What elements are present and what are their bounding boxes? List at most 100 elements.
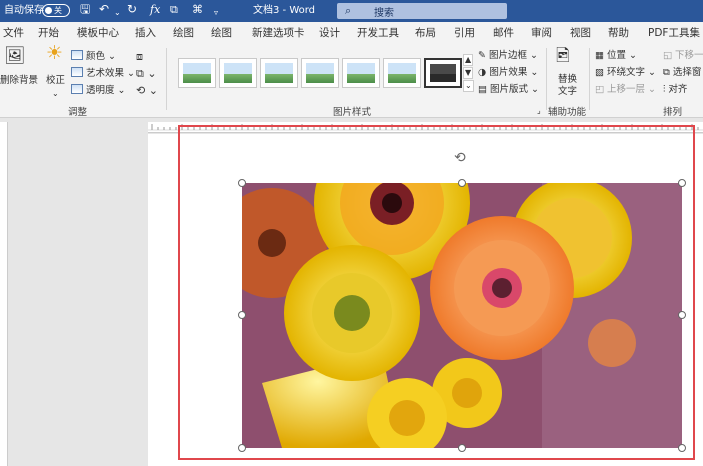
tab-mailings[interactable]: 邮件 [493, 26, 514, 40]
artistic-effects-icon [71, 67, 83, 77]
tab-draw[interactable]: 绘图 [173, 26, 194, 40]
picture-layout-icon: ▤ [478, 84, 490, 95]
tab-references[interactable]: 引用 [454, 26, 475, 40]
tab-developer[interactable]: 开发工具 [357, 26, 399, 40]
selection-highlight-frame [178, 125, 695, 460]
tab-review[interactable]: 审阅 [531, 26, 552, 40]
align-button[interactable]: ⫶ 对齐 [663, 83, 687, 96]
artistic-effects-label: 艺术效果 [86, 68, 125, 79]
picture-style-2[interactable] [219, 58, 257, 88]
style-thumbnail [265, 63, 293, 83]
wrap-text-button[interactable]: ▧ 环绕文字 ⌄ [595, 66, 656, 79]
undo-dropdown-icon[interactable]: ⌄ [114, 6, 121, 20]
undo-icon[interactable]: ↶ [99, 2, 109, 16]
transparency-label: 透明度 [86, 85, 115, 96]
tab-layout[interactable]: 布局 [415, 26, 436, 40]
picture-style-1[interactable] [178, 58, 216, 88]
style-thumbnail [183, 63, 211, 83]
send-backward-button[interactable]: ◱ 下移一 [663, 49, 703, 62]
gallery-more[interactable]: ⌄ [463, 80, 474, 92]
corrections-button[interactable]: 校正 [46, 74, 65, 87]
save-icon[interactable]: 🖫 [80, 2, 90, 16]
tab-new-tab[interactable]: 新建选项卡 [252, 26, 305, 40]
selection-pane-icon: ⧉ [663, 67, 673, 78]
tab-help[interactable]: 帮助 [608, 26, 629, 40]
align-label: 对齐 [668, 84, 688, 95]
toggle-knob [45, 7, 52, 14]
picture-style-7[interactable] [424, 58, 462, 88]
corrections-dropdown-icon[interactable]: ⌄ [52, 87, 59, 100]
change-picture-icon[interactable]: ⧉ ⌄ [136, 67, 157, 80]
doc-title: 文档3 - Word [253, 5, 316, 16]
resize-handle-bottom-left[interactable] [238, 444, 246, 452]
touch-mode-icon[interactable]: ⧉ [170, 3, 178, 17]
picture-style-6[interactable] [383, 58, 421, 88]
tab-insert[interactable]: 插入 [135, 26, 156, 40]
resize-handle-top-left[interactable] [238, 179, 246, 187]
vertical-ruler [0, 122, 8, 466]
tab-draw-2[interactable]: 绘图 [211, 26, 232, 40]
picture-effects-button[interactable]: ◑ 图片效果 ⌄ [478, 66, 538, 79]
color-button[interactable]: 颜色 ⌄ [71, 50, 116, 63]
group-label-accessibility: 辅助功能 [548, 107, 587, 118]
picture-style-3[interactable] [260, 58, 298, 88]
title-bar: 自动保存 关 🖫 ↶ ⌄ ↻ fx ⧉ ⌘ ▿ 文档3 - Word ⌕ 搜索 [0, 0, 703, 22]
rotate-handle-icon[interactable]: ⟲ [454, 150, 466, 166]
picture-border-label: 图片边框 [488, 50, 527, 61]
gallery-scroll-up[interactable]: ▲ [463, 54, 474, 66]
ribbon-tabs: 文件 开始 模板中心 插入 绘图 绘图 新建选项卡 设计 开发工具 布局 引用 … [0, 22, 703, 44]
divider [546, 48, 547, 110]
compress-pictures-icon[interactable]: ⧈ [136, 50, 143, 63]
redo-icon[interactable]: ↻ [127, 2, 137, 16]
resize-handle-top-center[interactable] [458, 179, 466, 187]
tab-pdf-tools[interactable]: PDF工具集 [648, 26, 700, 40]
resize-handle-middle-right[interactable] [678, 311, 686, 319]
ribbon: 🖼 删除背景 ☀ 校正 ⌄ 颜色 ⌄ 艺术效果 ⌄ 透明度 ⌄ ⧈ ⧉ ⌄ ⟲ … [0, 44, 703, 118]
bring-forward-label: 上移一层 [607, 84, 646, 95]
picture-layout-button[interactable]: ▤ 图片版式 ⌄ [478, 83, 539, 96]
transparency-button[interactable]: 透明度 ⌄ [71, 84, 126, 97]
group-label-arrange: 排列 [663, 107, 683, 118]
alt-text-button-line2[interactable]: 文字 [558, 85, 577, 98]
search-placeholder: 搜索 [374, 8, 394, 19]
wrap-text-icon: ▧ [595, 67, 607, 78]
selection-pane-button[interactable]: ⧉ 选择窗 [663, 66, 701, 79]
autosave-state: 关 [54, 6, 62, 15]
remove-background-button[interactable]: 删除背景 [0, 74, 38, 87]
remove-background-icon: 🖼 [4, 46, 26, 66]
send-backward-icon: ◱ [663, 50, 675, 61]
bring-forward-icon: ◰ [595, 84, 607, 95]
tab-view[interactable]: 视图 [570, 26, 591, 40]
picture-border-button[interactable]: ✎ 图片边框 ⌄ [478, 49, 538, 62]
autosave-toggle[interactable]: 关 [42, 4, 70, 17]
send-backward-label: 下移一 [675, 50, 703, 61]
tab-home[interactable]: 开始 [38, 26, 59, 40]
picture-effects-label: 图片效果 [489, 67, 528, 78]
search-box[interactable]: ⌕ 搜索 [337, 3, 507, 19]
alt-text-icon: 🖻 [556, 46, 570, 66]
tab-file[interactable]: 文件 [3, 26, 24, 40]
wrap-text-label: 环绕文字 [607, 67, 646, 78]
reset-picture-icon[interactable]: ⟲ ⌄ [136, 84, 158, 97]
resize-handle-top-right[interactable] [678, 179, 686, 187]
group-label-adjust: 调整 [68, 107, 88, 118]
gallery-scroll-down[interactable]: ▼ [463, 67, 474, 79]
resize-handle-middle-left[interactable] [238, 311, 246, 319]
bring-forward-button[interactable]: ◰ 上移一层 ⌄ [595, 83, 656, 96]
picture-style-4[interactable] [301, 58, 339, 88]
tab-template-center[interactable]: 模板中心 [77, 26, 119, 40]
autosave-label: 自动保存 [4, 5, 44, 16]
org-chart-icon[interactable]: ⌘ [192, 3, 203, 17]
picture-border-icon: ✎ [478, 50, 489, 61]
customize-icon[interactable]: ▿ [214, 6, 218, 20]
tab-design[interactable]: 设计 [319, 26, 340, 40]
picture-layout-label: 图片版式 [490, 84, 529, 95]
resize-handle-bottom-center[interactable] [458, 444, 466, 452]
resize-handle-bottom-right[interactable] [678, 444, 686, 452]
function-icon[interactable]: fx [150, 3, 160, 17]
artistic-effects-button[interactable]: 艺术效果 ⌄ [71, 67, 135, 80]
divider [166, 48, 167, 110]
position-button[interactable]: ▦ 位置 ⌄ [595, 49, 637, 62]
picture-style-5[interactable] [342, 58, 380, 88]
dialog-launcher-icon[interactable]: ⌟ [537, 104, 541, 117]
